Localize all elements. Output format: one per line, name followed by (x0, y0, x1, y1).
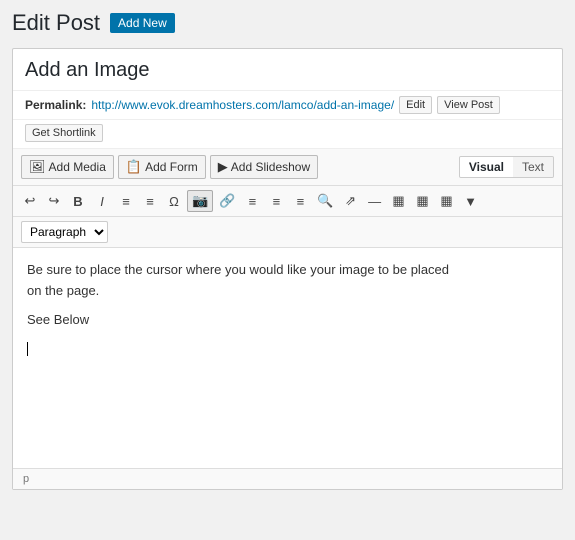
expand-button[interactable]: ⇗ (340, 191, 362, 211)
visual-tab[interactable]: Visual (460, 157, 513, 177)
add-new-button[interactable]: Add New (110, 13, 175, 33)
undo-button[interactable]: ↩ (19, 191, 41, 211)
visual-text-tabs: Visual Text (459, 156, 554, 178)
bold-button[interactable]: B (67, 192, 89, 211)
image-button[interactable]: 📷 (187, 190, 213, 212)
content-line1: Be sure to place the cursor where you wo… (27, 260, 548, 302)
add-slideshow-label: Add Slideshow (231, 160, 310, 174)
edit-permalink-button[interactable]: Edit (399, 96, 432, 114)
add-form-label: Add Form (145, 160, 198, 174)
text-tab[interactable]: Text (513, 157, 553, 177)
permalink-url[interactable]: http://www.evok.dreamhosters.com/lamco/a… (91, 98, 394, 112)
editor-footer: p (13, 468, 562, 489)
view-post-button[interactable]: View Post (437, 96, 500, 114)
footer-tag: p (23, 473, 29, 485)
post-title: Add an Image (25, 59, 550, 82)
table1-button[interactable]: ▦ (388, 191, 410, 211)
align-right-button[interactable]: ≡ (289, 192, 311, 211)
table2-button[interactable]: ▦ (412, 191, 434, 211)
permalink-label: Permalink: (25, 98, 86, 112)
editor-toolbar-row1: ↩ ↪ B I ≡ ≡ Ω 📷 🔗 ≡ ≡ ≡ 🔍 ⇗ — ▦ ▦ ▦ ▼ (13, 186, 562, 217)
editor-toolbar-row2: Paragraph (13, 217, 562, 248)
link-button[interactable]: 🔗 (215, 191, 239, 211)
page-title: Edit Post (12, 10, 100, 36)
add-media-icon: 🖼 (29, 159, 46, 175)
add-slideshow-button[interactable]: ▶ Add Slideshow (210, 155, 318, 179)
table3-button[interactable]: ▦ (436, 191, 458, 211)
search-button[interactable]: 🔍 (313, 191, 337, 211)
align-center-button[interactable]: ≡ (265, 192, 287, 211)
redo-button[interactable]: ↪ (43, 191, 65, 211)
add-media-label: Add Media (49, 160, 106, 174)
ol-button[interactable]: ≡ (139, 192, 161, 211)
add-slideshow-icon: ▶ (218, 159, 228, 175)
ul-button[interactable]: ≡ (115, 192, 137, 211)
content-line3: See Below (27, 310, 548, 331)
text-cursor (27, 342, 28, 356)
editor-content[interactable]: Be sure to place the cursor where you wo… (13, 248, 562, 468)
italic-button[interactable]: I (91, 192, 113, 211)
get-shortlink-button[interactable]: Get Shortlink (25, 124, 103, 142)
add-media-button[interactable]: 🖼 Add Media (21, 155, 114, 179)
paragraph-select[interactable]: Paragraph (21, 221, 108, 243)
align-left-button[interactable]: ≡ (241, 192, 263, 211)
add-form-icon: 📋 (126, 159, 142, 175)
special-chars-button[interactable]: Ω (163, 192, 185, 211)
more-button[interactable]: ▼ (460, 192, 482, 211)
hr-button[interactable]: — (364, 192, 386, 211)
add-form-button[interactable]: 📋 Add Form (118, 155, 206, 179)
